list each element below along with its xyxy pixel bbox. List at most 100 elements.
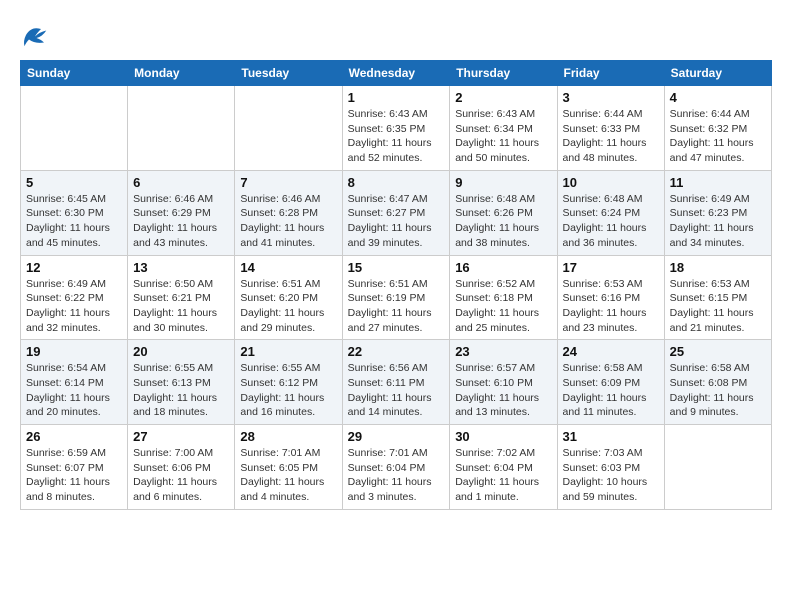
- day-info: Sunrise: 6:45 AM Sunset: 6:30 PM Dayligh…: [26, 192, 122, 251]
- day-number: 11: [670, 175, 766, 190]
- day-info: Sunrise: 6:53 AM Sunset: 6:16 PM Dayligh…: [563, 277, 659, 336]
- page-header: [20, 20, 772, 50]
- day-number: 1: [348, 90, 445, 105]
- day-header-thursday: Thursday: [450, 61, 557, 86]
- day-info: Sunrise: 7:01 AM Sunset: 6:04 PM Dayligh…: [348, 446, 445, 505]
- day-number: 26: [26, 429, 122, 444]
- day-header-monday: Monday: [128, 61, 235, 86]
- day-info: Sunrise: 6:49 AM Sunset: 6:23 PM Dayligh…: [670, 192, 766, 251]
- day-info: Sunrise: 6:46 AM Sunset: 6:29 PM Dayligh…: [133, 192, 229, 251]
- calendar-cell: 30 Sunrise: 7:02 AM Sunset: 6:04 PM Dayli…: [450, 425, 557, 510]
- calendar-body: 1 Sunrise: 6:43 AM Sunset: 6:35 PM Daylig…: [21, 86, 772, 510]
- day-number: 29: [348, 429, 445, 444]
- day-number: 8: [348, 175, 445, 190]
- day-number: 23: [455, 344, 551, 359]
- day-info: Sunrise: 6:48 AM Sunset: 6:24 PM Dayligh…: [563, 192, 659, 251]
- calendar-cell: 29 Sunrise: 7:01 AM Sunset: 6:04 PM Dayli…: [342, 425, 450, 510]
- calendar-week-5: 26Sunrise: 6:59 AM Sunset: 6:07 PM Dayli…: [21, 425, 772, 510]
- logo: [20, 20, 54, 50]
- day-header-tuesday: Tuesday: [235, 61, 342, 86]
- calendar-cell: 12Sunrise: 6:49 AM Sunset: 6:22 PM Dayli…: [21, 255, 128, 340]
- day-info: Sunrise: 6:44 AM Sunset: 6:32 PM Dayligh…: [670, 107, 766, 166]
- day-number: 6: [133, 175, 229, 190]
- day-number: 2: [455, 90, 551, 105]
- calendar-cell: 4 Sunrise: 6:44 AM Sunset: 6:32 PM Daylig…: [664, 86, 771, 171]
- day-info: Sunrise: 6:51 AM Sunset: 6:19 PM Dayligh…: [348, 277, 445, 336]
- day-info: Sunrise: 7:02 AM Sunset: 6:04 PM Dayligh…: [455, 446, 551, 505]
- day-info: Sunrise: 6:46 AM Sunset: 6:28 PM Dayligh…: [240, 192, 336, 251]
- calendar-cell: 2 Sunrise: 6:43 AM Sunset: 6:34 PM Daylig…: [450, 86, 557, 171]
- day-number: 31: [563, 429, 659, 444]
- day-number: 16: [455, 260, 551, 275]
- calendar-cell: 13 Sunrise: 6:50 AM Sunset: 6:21 PM Dayli…: [128, 255, 235, 340]
- calendar-cell: [664, 425, 771, 510]
- calendar-cell: [21, 86, 128, 171]
- day-header-wednesday: Wednesday: [342, 61, 450, 86]
- calendar-cell: 18Sunrise: 6:53 AM Sunset: 6:15 PM Dayli…: [664, 255, 771, 340]
- calendar-cell: 7Sunrise: 6:46 AM Sunset: 6:28 PM Daylig…: [235, 170, 342, 255]
- day-number: 10: [563, 175, 659, 190]
- day-number: 5: [26, 175, 122, 190]
- day-header-friday: Friday: [557, 61, 664, 86]
- day-info: Sunrise: 7:01 AM Sunset: 6:05 PM Dayligh…: [240, 446, 336, 505]
- calendar-cell: 9 Sunrise: 6:48 AM Sunset: 6:26 PM Daylig…: [450, 170, 557, 255]
- day-info: Sunrise: 6:43 AM Sunset: 6:35 PM Dayligh…: [348, 107, 445, 166]
- calendar-cell: 22Sunrise: 6:56 AM Sunset: 6:11 PM Dayli…: [342, 340, 450, 425]
- day-number: 17: [563, 260, 659, 275]
- day-number: 27: [133, 429, 229, 444]
- calendar-cell: 17 Sunrise: 6:53 AM Sunset: 6:16 PM Dayli…: [557, 255, 664, 340]
- day-info: Sunrise: 6:44 AM Sunset: 6:33 PM Dayligh…: [563, 107, 659, 166]
- calendar-cell: 8Sunrise: 6:47 AM Sunset: 6:27 PM Daylig…: [342, 170, 450, 255]
- day-number: 22: [348, 344, 445, 359]
- day-info: Sunrise: 6:55 AM Sunset: 6:12 PM Dayligh…: [240, 361, 336, 420]
- day-number: 21: [240, 344, 336, 359]
- calendar-cell: 10 Sunrise: 6:48 AM Sunset: 6:24 PM Dayli…: [557, 170, 664, 255]
- calendar-cell: 28 Sunrise: 7:01 AM Sunset: 6:05 PM Dayli…: [235, 425, 342, 510]
- day-info: Sunrise: 7:03 AM Sunset: 6:03 PM Dayligh…: [563, 446, 659, 505]
- calendar-cell: 16 Sunrise: 6:52 AM Sunset: 6:18 PM Dayli…: [450, 255, 557, 340]
- calendar-cell: 20Sunrise: 6:55 AM Sunset: 6:13 PM Dayli…: [128, 340, 235, 425]
- day-number: 3: [563, 90, 659, 105]
- calendar-cell: 6 Sunrise: 6:46 AM Sunset: 6:29 PM Daylig…: [128, 170, 235, 255]
- day-number: 19: [26, 344, 122, 359]
- calendar-table: SundayMondayTuesdayWednesdayThursdayFrid…: [20, 60, 772, 510]
- day-number: 13: [133, 260, 229, 275]
- day-number: 9: [455, 175, 551, 190]
- calendar-week-2: 5 Sunrise: 6:45 AM Sunset: 6:30 PM Daylig…: [21, 170, 772, 255]
- day-info: Sunrise: 6:58 AM Sunset: 6:09 PM Dayligh…: [563, 361, 659, 420]
- calendar-cell: 1 Sunrise: 6:43 AM Sunset: 6:35 PM Daylig…: [342, 86, 450, 171]
- day-header-sunday: Sunday: [21, 61, 128, 86]
- calendar-week-4: 19 Sunrise: 6:54 AM Sunset: 6:14 PM Dayli…: [21, 340, 772, 425]
- day-info: Sunrise: 6:48 AM Sunset: 6:26 PM Dayligh…: [455, 192, 551, 251]
- day-number: 25: [670, 344, 766, 359]
- calendar-cell: 5 Sunrise: 6:45 AM Sunset: 6:30 PM Daylig…: [21, 170, 128, 255]
- day-info: Sunrise: 6:43 AM Sunset: 6:34 PM Dayligh…: [455, 107, 551, 166]
- day-number: 24: [563, 344, 659, 359]
- day-number: 18: [670, 260, 766, 275]
- calendar-cell: 19 Sunrise: 6:54 AM Sunset: 6:14 PM Dayli…: [21, 340, 128, 425]
- day-info: Sunrise: 7:00 AM Sunset: 6:06 PM Dayligh…: [133, 446, 229, 505]
- calendar-cell: 25Sunrise: 6:58 AM Sunset: 6:08 PM Dayli…: [664, 340, 771, 425]
- day-number: 15: [348, 260, 445, 275]
- day-info: Sunrise: 6:50 AM Sunset: 6:21 PM Dayligh…: [133, 277, 229, 336]
- day-info: Sunrise: 6:52 AM Sunset: 6:18 PM Dayligh…: [455, 277, 551, 336]
- calendar-week-1: 1 Sunrise: 6:43 AM Sunset: 6:35 PM Daylig…: [21, 86, 772, 171]
- day-number: 30: [455, 429, 551, 444]
- calendar-cell: 27 Sunrise: 7:00 AM Sunset: 6:06 PM Dayli…: [128, 425, 235, 510]
- calendar-cell: 15 Sunrise: 6:51 AM Sunset: 6:19 PM Dayli…: [342, 255, 450, 340]
- calendar-cell: [235, 86, 342, 171]
- calendar-cell: 23Sunrise: 6:57 AM Sunset: 6:10 PM Dayli…: [450, 340, 557, 425]
- calendar-cell: 21 Sunrise: 6:55 AM Sunset: 6:12 PM Dayli…: [235, 340, 342, 425]
- day-number: 28: [240, 429, 336, 444]
- day-number: 4: [670, 90, 766, 105]
- calendar-cell: 11 Sunrise: 6:49 AM Sunset: 6:23 PM Dayli…: [664, 170, 771, 255]
- day-number: 14: [240, 260, 336, 275]
- calendar-week-3: 12Sunrise: 6:49 AM Sunset: 6:22 PM Dayli…: [21, 255, 772, 340]
- day-info: Sunrise: 6:51 AM Sunset: 6:20 PM Dayligh…: [240, 277, 336, 336]
- calendar-cell: 31 Sunrise: 7:03 AM Sunset: 6:03 PM Dayli…: [557, 425, 664, 510]
- day-info: Sunrise: 6:54 AM Sunset: 6:14 PM Dayligh…: [26, 361, 122, 420]
- day-number: 20: [133, 344, 229, 359]
- calendar-cell: [128, 86, 235, 171]
- logo-icon: [20, 20, 50, 50]
- calendar-cell: 14 Sunrise: 6:51 AM Sunset: 6:20 PM Dayli…: [235, 255, 342, 340]
